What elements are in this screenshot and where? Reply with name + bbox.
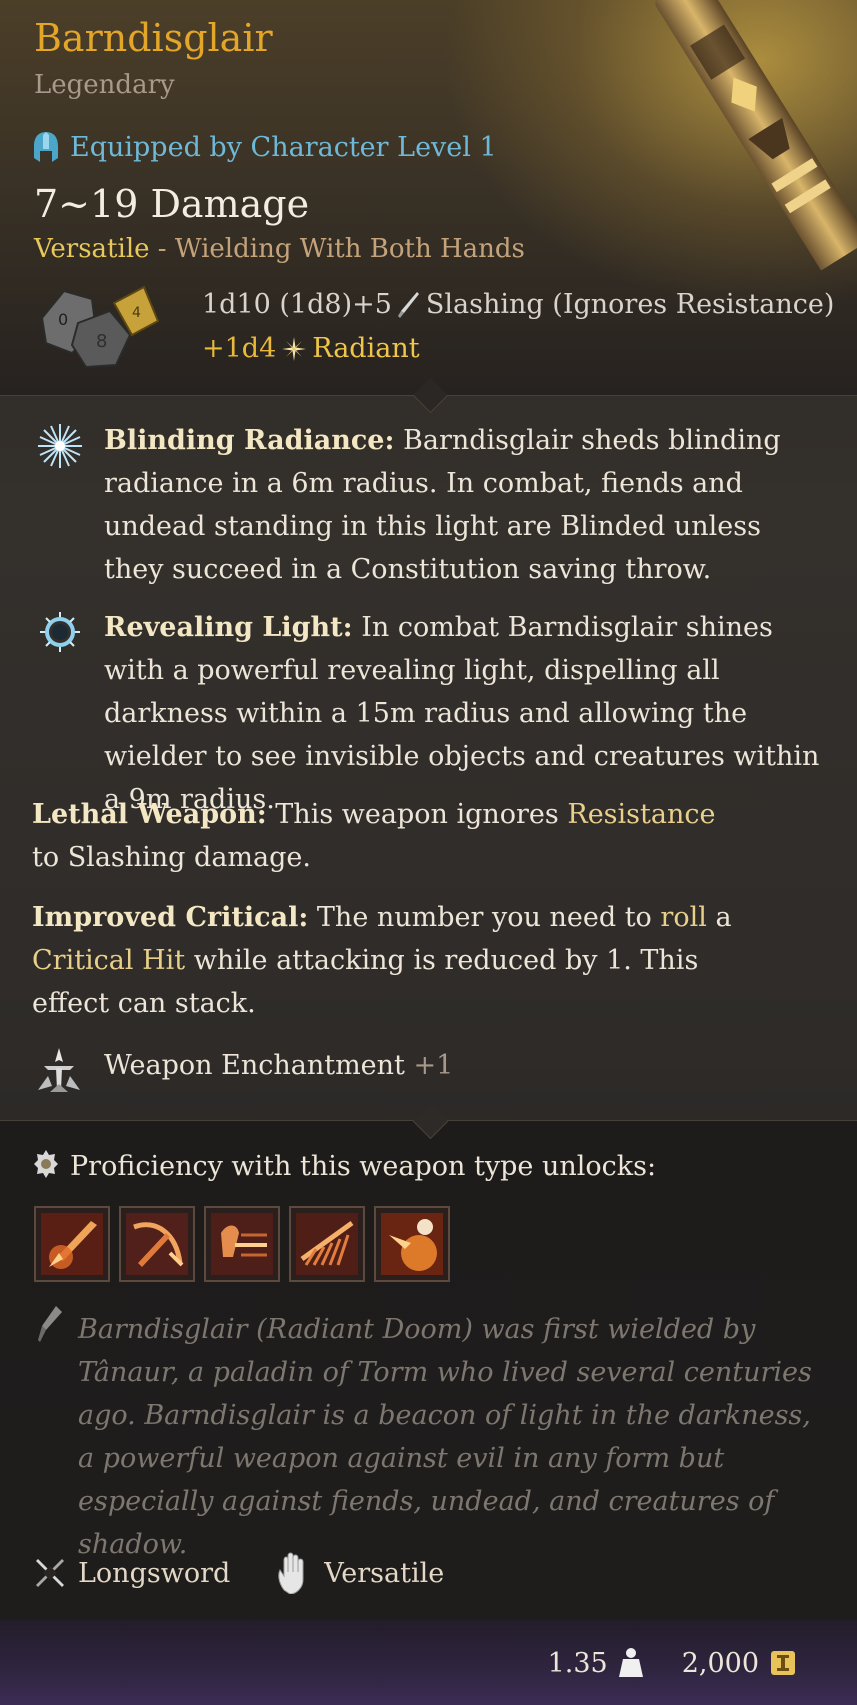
item-name: Barndisglair	[34, 16, 273, 60]
skill-icon-4	[296, 1213, 358, 1275]
skill-icon-5	[381, 1213, 443, 1275]
damage-line-radiant: +1d4 Radiant	[202, 333, 420, 364]
feature-name: Blinding Radiance:	[104, 425, 395, 456]
skill-slot-1[interactable]	[34, 1206, 110, 1282]
gold-value-text: 2,000	[681, 1647, 759, 1679]
sword-illustration	[655, 0, 857, 276]
slashing-dice: 1d10 (1d8)+5	[202, 289, 392, 320]
dice-icon: 0 8 4	[40, 285, 160, 369]
keyword-resistance[interactable]: Resistance	[567, 799, 715, 830]
weight-value: 1.35 2,000	[548, 1647, 797, 1679]
feature-blinding-radiance: Blinding Radiance: Barndisglair sheds bl…	[104, 419, 824, 591]
skill-icon-2	[126, 1213, 188, 1275]
skill-icon-1	[41, 1213, 103, 1275]
weight-text: 1.35	[547, 1647, 608, 1679]
weapon-property: Versatile	[324, 1557, 445, 1589]
weapon-enchantment: Weapon Enchantment +1	[104, 1050, 453, 1081]
trait-text: The number you need to	[316, 902, 652, 933]
proficiency-header: Proficiency with this weapon type unlock…	[34, 1150, 656, 1182]
gold-coin-icon	[771, 1651, 795, 1675]
weight-icon	[618, 1648, 643, 1677]
radiant-dice: +1d4	[202, 333, 277, 364]
keyword-roll[interactable]: roll	[660, 902, 706, 933]
feature-name: Revealing Light:	[104, 612, 353, 643]
trait-name: Improved Critical:	[32, 902, 309, 933]
trait-text: to Slashing damage.	[32, 842, 311, 873]
hand-icon	[278, 1552, 304, 1594]
equip-requirement-text: Equipped by Character Level 1	[70, 131, 497, 163]
enchantment-icon	[38, 1048, 80, 1092]
slashing-icon	[397, 291, 419, 318]
item-rarity: Legendary	[34, 70, 175, 100]
proficiency-icon	[34, 1150, 58, 1178]
trait-improved-critical: Improved Critical: The number you need t…	[32, 896, 762, 1025]
item-tooltip: Barndisglair Legendary Equipped by Chara…	[0, 0, 857, 1705]
svg-text:4: 4	[132, 305, 141, 321]
helmet-icon	[34, 132, 58, 162]
versatile-mode: Versatile - Wielding With Both Hands	[34, 234, 525, 264]
svg-text:0: 0	[58, 310, 68, 329]
enchantment-value: +1	[413, 1050, 454, 1081]
skill-slot-4[interactable]	[289, 1206, 365, 1282]
longsword-icon	[36, 1559, 64, 1587]
quill-icon	[38, 1306, 62, 1342]
versatile-label: Versatile	[34, 234, 150, 264]
damage-range: 7~19 Damage	[34, 182, 310, 226]
damage-line-slashing: 1d10 (1d8)+5 Slashing (Ignores Resistanc…	[202, 289, 834, 320]
starburst-icon	[38, 424, 82, 468]
keyword-critical-hit[interactable]: Critical Hit	[32, 945, 185, 976]
slashing-type: Slashing (Ignores Resistance)	[425, 289, 835, 320]
proficiency-skills	[34, 1206, 450, 1282]
weapon-tags: Longsword Versatile	[34, 1552, 444, 1594]
trait-text: This weapon ignores	[275, 799, 559, 830]
skill-slot-2[interactable]	[119, 1206, 195, 1282]
proficiency-label: Proficiency with this weapon type unlock…	[70, 1150, 657, 1182]
equip-requirement: Equipped by Character Level 1	[32, 131, 497, 163]
weapon-type: Longsword	[78, 1557, 231, 1589]
skill-icon-3	[211, 1213, 273, 1275]
radiant-type: Radiant	[312, 333, 420, 364]
trait-text: a	[715, 902, 732, 933]
trait-lethal-weapon: Lethal Weapon: This weapon ignores Resis…	[32, 793, 732, 879]
trait-name: Lethal Weapon:	[32, 799, 267, 830]
skill-slot-3[interactable]	[204, 1206, 280, 1282]
light-ring-icon	[40, 612, 80, 652]
feature-revealing-light: Revealing Light: In combat Barndisglair …	[104, 606, 824, 821]
lore-text: Barndisglair (Radiant Doom) was first wi…	[78, 1314, 812, 1560]
skill-slot-5[interactable]	[374, 1206, 450, 1282]
enchantment-label: Weapon Enchantment	[104, 1050, 405, 1081]
svg-text:8: 8	[96, 331, 107, 352]
tooltip-header: Barndisglair Legendary Equipped by Chara…	[0, 0, 857, 396]
radiant-icon	[282, 336, 307, 361]
versatile-mode-text: - Wielding With Both Hands	[149, 234, 525, 264]
